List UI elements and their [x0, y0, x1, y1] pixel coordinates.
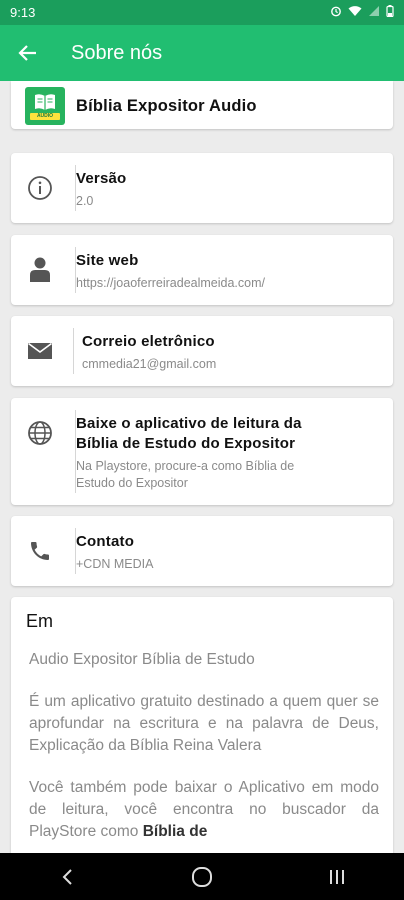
about-paragraph-2: É um aplicativo gratuito destinado a que… [29, 693, 379, 754]
email-address[interactable]: cmmedia21@gmail.com [82, 356, 216, 372]
nav-back-button[interactable] [37, 853, 97, 900]
wifi-icon [348, 5, 362, 20]
signal-icon [368, 5, 380, 20]
website-link[interactable]: https://joaoferreiradealmeida.com/ [76, 275, 265, 291]
version-value: 2.0 [76, 194, 94, 208]
back-arrow-icon [18, 45, 36, 61]
about-paragraph-3-bold: Bíblia de [142, 823, 208, 840]
card-divider [73, 328, 74, 374]
website-card[interactable]: Site web https://joaoferreiradealmeida.c… [11, 235, 393, 305]
download-card[interactable]: Baixe o aplicativo de leitura da Bíblia … [11, 398, 393, 505]
download-title-line1: Baixe o aplicativo de leitura da [76, 415, 302, 432]
status-time: 9:13 [10, 5, 36, 20]
about-paragraph-1: Audio Expositor Bíblia de Estudo [29, 651, 255, 668]
contact-value: +CDN MEDIA [76, 557, 154, 571]
version-card[interactable]: Versão 2.0 [11, 153, 393, 223]
app-bar: Sobre nós [0, 25, 404, 81]
status-icons [330, 5, 394, 20]
download-sub-line2: Estudo do Expositor [76, 476, 188, 490]
nav-home-button[interactable] [172, 853, 232, 900]
about-heading: Em [26, 611, 53, 631]
website-title: Site web [76, 252, 139, 269]
app-logo: AUDIO [25, 87, 65, 125]
info-icon [27, 175, 53, 201]
nav-home-icon [191, 866, 212, 887]
about-text-card: Em Audio Expositor Bíblia de Estudo É um… [11, 597, 393, 853]
status-bar: 9:13 [0, 0, 404, 25]
nav-back-icon [62, 868, 73, 885]
about-paragraph-3: Você também pode baixar o Aplicativo em … [29, 777, 379, 843]
nav-recents-button[interactable] [307, 853, 367, 900]
logo-label: AUDIO [30, 112, 60, 120]
back-button[interactable] [0, 25, 56, 81]
about-body: Audio Expositor Bíblia de Estudo É um ap… [29, 649, 379, 853]
system-nav-bar [0, 853, 404, 900]
globe-icon [27, 420, 53, 446]
app-name: Bíblia Expositor Audio [76, 97, 257, 115]
contact-title: Contato [76, 533, 135, 550]
book-icon [35, 93, 55, 110]
version-title: Versão [76, 170, 127, 187]
download-sub-line1: Na Playstore, procure-a como Bíblia de [76, 459, 295, 473]
battery-icon [386, 5, 394, 20]
contact-card[interactable]: Contato +CDN MEDIA [11, 516, 393, 586]
page-title: Sobre nós [71, 41, 163, 64]
email-title: Correio eletrônico [82, 333, 215, 350]
nav-recents-icon [329, 869, 344, 884]
alarm-icon [330, 5, 342, 20]
email-card[interactable]: Correio eletrônico cmmedia21@gmail.com [11, 316, 393, 386]
mail-icon [27, 338, 53, 364]
phone-icon [27, 538, 53, 564]
download-title-line2: Bíblia de Estudo do Expositor [76, 435, 296, 452]
person-icon [27, 256, 53, 282]
app-info-card: AUDIO Bíblia Expositor Audio [11, 81, 393, 129]
about-content[interactable]: AUDIO Bíblia Expositor Audio Versão 2.0 … [0, 81, 404, 853]
